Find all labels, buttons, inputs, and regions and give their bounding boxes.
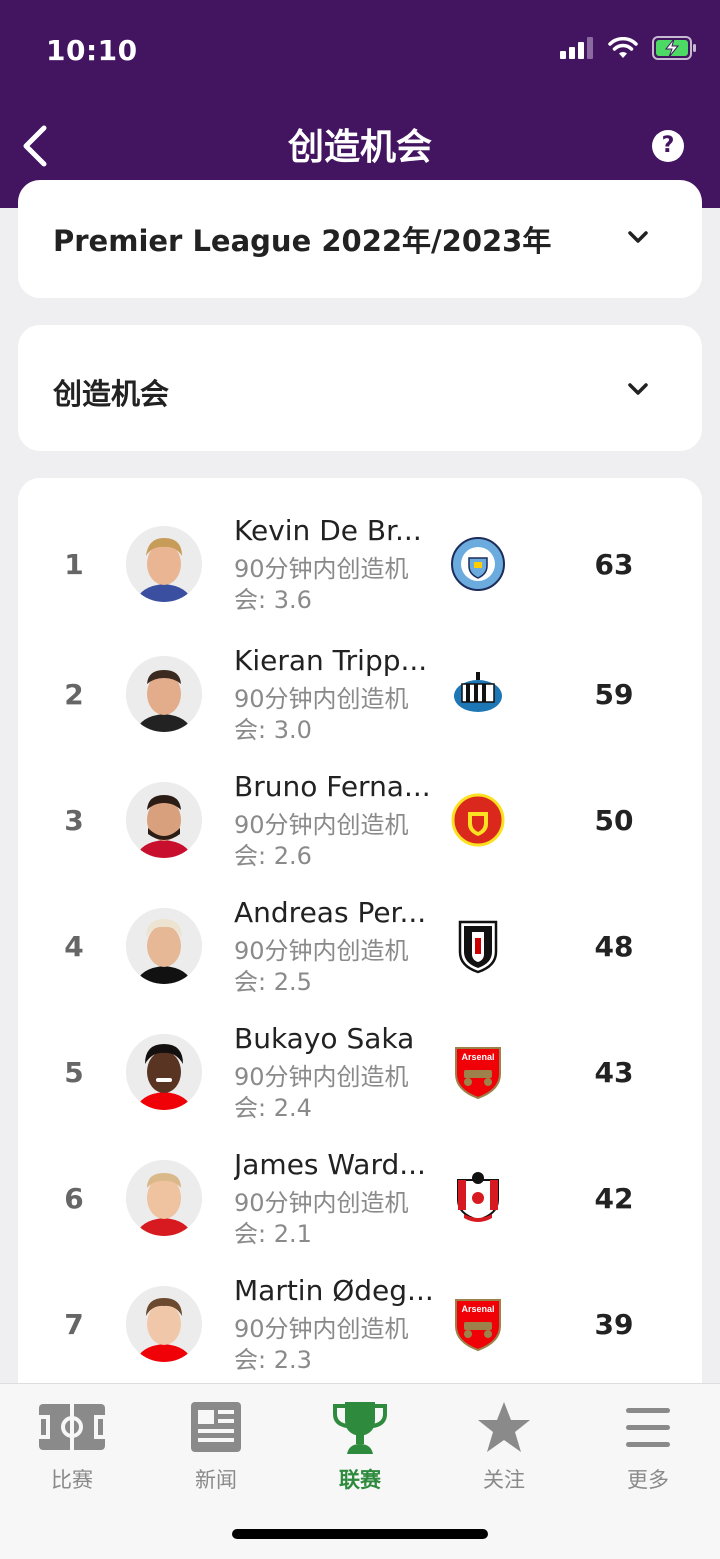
player-photo-icon — [126, 908, 202, 984]
arsenal-crest-icon: Arsenal — [455, 1047, 501, 1100]
stat-type-dropdown[interactable]: 创造机会 — [18, 325, 702, 451]
player-row[interactable]: 7 Martin Ødeg... 90分钟内创造机会: 2.3 Arsenal … — [18, 1262, 702, 1388]
player-photo-icon — [126, 1034, 202, 1110]
season-dropdown[interactable]: Premier League 2022年/2023年 — [18, 180, 702, 298]
chances-per-90: 90分钟内创造机会: 3.0 — [234, 685, 409, 744]
tab-more[interactable]: 更多 — [576, 1384, 720, 1504]
player-row[interactable]: 3 Bruno Ferna... 90分钟内创造机会: 2.6 50 — [18, 758, 702, 884]
chances-created-value: 59 — [594, 678, 634, 711]
player-name: Bruno Ferna... — [234, 770, 431, 803]
app-header: 10:10 创造机会 ? — [0, 0, 720, 208]
player-photo-icon — [126, 526, 202, 602]
pitch-icon — [37, 1404, 107, 1450]
player-name: Kevin De Br... — [234, 514, 422, 547]
chances-created-value: 50 — [594, 804, 634, 837]
manchester-united-crest-icon — [451, 793, 505, 847]
trophy-icon — [333, 1402, 387, 1454]
battery-charging-icon — [652, 36, 696, 60]
player-ranking-list: 1 Kevin De Br... 90分钟内创造机会: 3.6 63 2 Kie… — [18, 478, 702, 1478]
season-label: Premier League 2022年/2023年 — [53, 224, 552, 258]
player-photo-icon — [126, 656, 202, 732]
chances-created-value: 63 — [594, 548, 634, 581]
player-rank: 2 — [64, 678, 84, 711]
newcastle-united-crest-icon — [454, 672, 502, 712]
tab-label: 比赛 — [51, 1468, 93, 1492]
player-name: Kieran Tripp... — [234, 644, 428, 677]
player-photo-icon — [126, 1286, 202, 1362]
help-icon[interactable]: ? — [652, 130, 684, 162]
star-icon — [478, 1402, 530, 1452]
player-row[interactable]: 6 James Ward... 90分钟内创造机会: 2.1 42 — [18, 1136, 702, 1262]
player-avatar — [126, 1034, 202, 1110]
tab-label: 联赛 — [339, 1468, 381, 1492]
player-rank: 5 — [64, 1056, 84, 1089]
player-name: Martin Ødeg... — [234, 1274, 434, 1307]
tab-leagues[interactable]: 联赛 — [288, 1384, 432, 1504]
chances-created-value: 48 — [594, 930, 634, 963]
tab-news[interactable]: 新闻 — [144, 1384, 288, 1504]
tab-label: 关注 — [483, 1468, 525, 1492]
chances-per-90: 90分钟内创造机会: 2.6 — [234, 811, 409, 870]
chances-created-value: 39 — [594, 1308, 634, 1341]
tab-label: 新闻 — [195, 1468, 237, 1492]
player-name: Andreas Per... — [234, 896, 427, 929]
player-rank: 7 — [64, 1308, 84, 1341]
player-rank: 1 — [64, 548, 84, 581]
home-indicator[interactable] — [232, 1529, 488, 1539]
player-photo-icon — [126, 1160, 202, 1236]
player-name: Bukayo Saka — [234, 1022, 415, 1055]
chevron-down-icon — [628, 231, 648, 243]
fulham-crest-icon — [458, 920, 498, 974]
manchester-city-crest-icon — [451, 537, 505, 591]
player-avatar — [126, 908, 202, 984]
player-avatar — [126, 782, 202, 858]
player-rank: 4 — [64, 930, 84, 963]
tab-label: 更多 — [627, 1468, 669, 1492]
southampton-crest-icon — [457, 1172, 499, 1222]
chances-created-value: 43 — [594, 1056, 634, 1089]
chances-per-90: 90分钟内创造机会: 3.6 — [234, 555, 409, 614]
player-avatar — [126, 656, 202, 732]
arsenal-crest-icon: Arsenal — [455, 1299, 501, 1352]
chances-created-value: 42 — [594, 1182, 634, 1215]
chances-per-90: 90分钟内创造机会: 2.4 — [234, 1063, 409, 1122]
news-icon — [191, 1402, 241, 1452]
player-rank: 3 — [64, 804, 84, 837]
player-row[interactable]: 1 Kevin De Br... 90分钟内创造机会: 3.6 63 — [18, 502, 702, 628]
menu-icon — [626, 1408, 670, 1447]
wifi-icon — [608, 37, 638, 58]
svg-text:Arsenal: Arsenal — [461, 1052, 494, 1062]
player-avatar — [126, 1286, 202, 1362]
player-avatar — [126, 526, 202, 602]
player-row[interactable]: 5 Bukayo Saka 90分钟内创造机会: 2.4 Arsenal 43 — [18, 1010, 702, 1136]
chances-per-90: 90分钟内创造机会: 2.3 — [234, 1315, 409, 1374]
chances-per-90: 90分钟内创造机会: 2.5 — [234, 937, 409, 996]
chevron-down-icon — [628, 383, 648, 395]
player-row[interactable]: 4 Andreas Per... 90分钟内创造机会: 2.5 48 — [18, 884, 702, 1010]
chances-per-90: 90分钟内创造机会: 2.1 — [234, 1189, 409, 1248]
player-avatar — [126, 1160, 202, 1236]
page-title: 创造机会 — [287, 127, 432, 168]
tab-following[interactable]: 关注 — [432, 1384, 576, 1504]
stat-type-label: 创造机会 — [53, 377, 170, 411]
svg-text:Arsenal: Arsenal — [461, 1304, 494, 1314]
player-name: James Ward... — [234, 1148, 426, 1181]
tab-matches[interactable]: 比赛 — [0, 1384, 144, 1504]
cellular-signal-icon — [560, 37, 593, 59]
player-rank: 6 — [64, 1182, 84, 1215]
player-photo-icon — [126, 782, 202, 858]
player-row[interactable]: 2 Kieran Tripp... 90分钟内创造机会: 3.0 59 — [18, 632, 702, 758]
status-icons — [560, 36, 698, 60]
status-time: 10:10 — [46, 34, 138, 67]
